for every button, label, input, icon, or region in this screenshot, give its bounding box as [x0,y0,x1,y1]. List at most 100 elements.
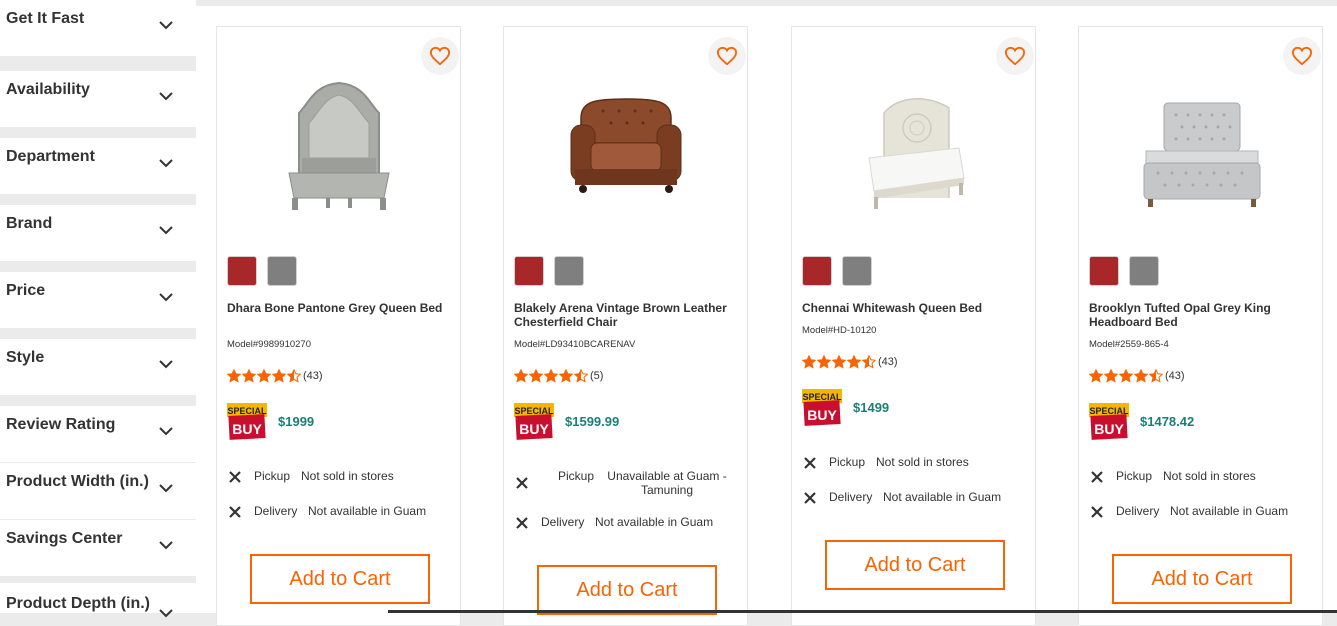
filter-review-rating[interactable]: Review Rating [0,406,196,462]
filter-department[interactable]: Department [0,138,196,194]
product-card[interactable]: Blakely Arena Vintage Brown Leather Ches… [503,26,748,626]
product-grid: Dhara Bone Pantone Grey Queen Bed Model#… [196,0,1337,626]
close-icon [229,471,241,483]
pickup-status: Not sold in stores [301,469,394,483]
filter-sidebar: Get It Fast Availability Department Bran… [0,0,196,618]
close-icon [804,492,816,504]
half-star-icon [862,355,876,369]
filter-label: Savings Center [6,530,123,547]
star-rating[interactable]: (43) [802,355,898,369]
chevron-down-icon [159,484,173,493]
color-swatch-grey[interactable] [842,256,872,286]
pickup-label: Pickup [558,469,595,483]
special-buy-badge: SPECIAL BUY [1089,403,1129,440]
bed-grey-icon [287,81,390,210]
chevron-down-icon [159,360,173,369]
star-icon [1104,369,1118,383]
filter-label: Department [6,148,95,165]
price: $1599.99 [565,414,620,429]
filter-price[interactable]: Price [0,272,196,328]
filter-label: Get It Fast [6,10,85,27]
bed-white-icon [867,98,965,209]
review-count: (43) [1165,370,1185,382]
star-icon [529,369,543,383]
star-icon [514,369,528,383]
badge-line2: BUY [807,407,837,423]
badge-line1: SPECIAL [514,406,554,416]
badge-line1: SPECIAL [802,392,842,402]
color-swatch-red[interactable] [514,256,544,286]
star-icon [257,369,271,383]
add-to-cart-button[interactable]: Add to Cart [825,540,1005,590]
badge-line1: SPECIAL [1089,406,1129,416]
filter-get-it-fast[interactable]: Get It Fast [0,0,196,56]
favorite-button[interactable] [996,37,1034,75]
badge-line1: SPECIAL [227,406,267,416]
product-title[interactable]: Brooklyn Tufted Opal Grey King Headboard… [1089,301,1314,329]
chevron-down-icon [159,159,173,168]
filter-label: Review Rating [6,416,116,433]
filter-availability[interactable]: Availability [0,71,196,127]
chevron-down-icon [159,21,173,30]
delivery-status: Not available in Guam [308,504,427,518]
filter-savings-center[interactable]: Savings Center [0,520,196,576]
add-to-cart-button[interactable]: Add to Cart [1112,554,1292,604]
pickup-status: Not sold in stores [1163,469,1256,483]
product-title[interactable]: Dhara Bone Pantone Grey Queen Bed [227,301,452,315]
filter-style[interactable]: Style [0,339,196,395]
heart-icon [429,46,451,66]
model-number: Model#9989910270 [227,339,311,350]
product-title[interactable]: Chennai Whitewash Queen Bed [802,301,1027,315]
filter-label: Product Depth (in.) [6,595,150,612]
close-icon [1091,506,1103,518]
star-icon [802,355,816,369]
filter-label: Product Width (in.) [6,473,149,490]
star-rating[interactable]: (43) [1089,369,1185,383]
product-card[interactable]: Brooklyn Tufted Opal Grey King Headboard… [1078,26,1323,626]
chevron-down-icon [159,427,173,436]
star-rating[interactable]: (5) [514,369,603,383]
favorite-button[interactable] [1283,37,1321,75]
delivery-status: Not available in Guam [883,490,1002,504]
color-swatch-grey[interactable] [1129,256,1159,286]
filter-product-width[interactable]: Product Width (in.) [0,463,196,519]
star-rating[interactable]: (43) [227,369,323,383]
delivery-label: Delivery [829,490,873,504]
chevron-down-icon [159,92,173,101]
color-swatch-grey[interactable] [554,256,584,286]
add-to-cart-button[interactable]: Add to Cart [250,554,430,604]
favorite-button[interactable] [708,37,746,75]
leather-chair-icon [570,98,681,193]
model-number: Model#LD93410BCARENAV [514,339,636,350]
color-swatch-red[interactable] [802,256,832,286]
color-swatch-grey[interactable] [267,256,297,286]
filter-label: Brand [6,215,53,232]
chevron-down-icon [159,226,173,235]
star-icon [832,355,846,369]
filter-brand[interactable]: Brand [0,205,196,261]
color-swatch-red[interactable] [1089,256,1119,286]
filter-label: Price [6,282,46,299]
top-divider [196,0,1337,6]
badge-line2: BUY [232,421,262,437]
color-swatch-red[interactable] [227,256,257,286]
half-star-icon [1149,369,1163,383]
pickup-label: Pickup [1116,469,1153,483]
half-star-icon [287,369,301,383]
model-number: Model#2559-865-4 [1089,339,1169,350]
review-count: (43) [878,356,898,368]
filter-product-depth[interactable]: Product Depth (in.) [0,583,196,618]
product-card[interactable]: Dhara Bone Pantone Grey Queen Bed Model#… [216,26,461,626]
delivery-status: Not available in Guam [595,515,714,529]
product-card[interactable]: Chennai Whitewash Queen Bed Model#HD-101… [791,26,1036,626]
heart-icon [1004,46,1026,66]
pickup-label: Pickup [254,469,291,483]
product-title[interactable]: Blakely Arena Vintage Brown Leather Ches… [514,301,739,329]
star-icon [242,369,256,383]
price: $1499 [853,400,890,415]
favorite-button[interactable] [421,37,459,75]
filter-label: Style [6,349,45,366]
add-to-cart-button[interactable]: Add to Cart [537,565,717,615]
badge-line2: BUY [1094,421,1124,437]
star-icon [1119,369,1133,383]
